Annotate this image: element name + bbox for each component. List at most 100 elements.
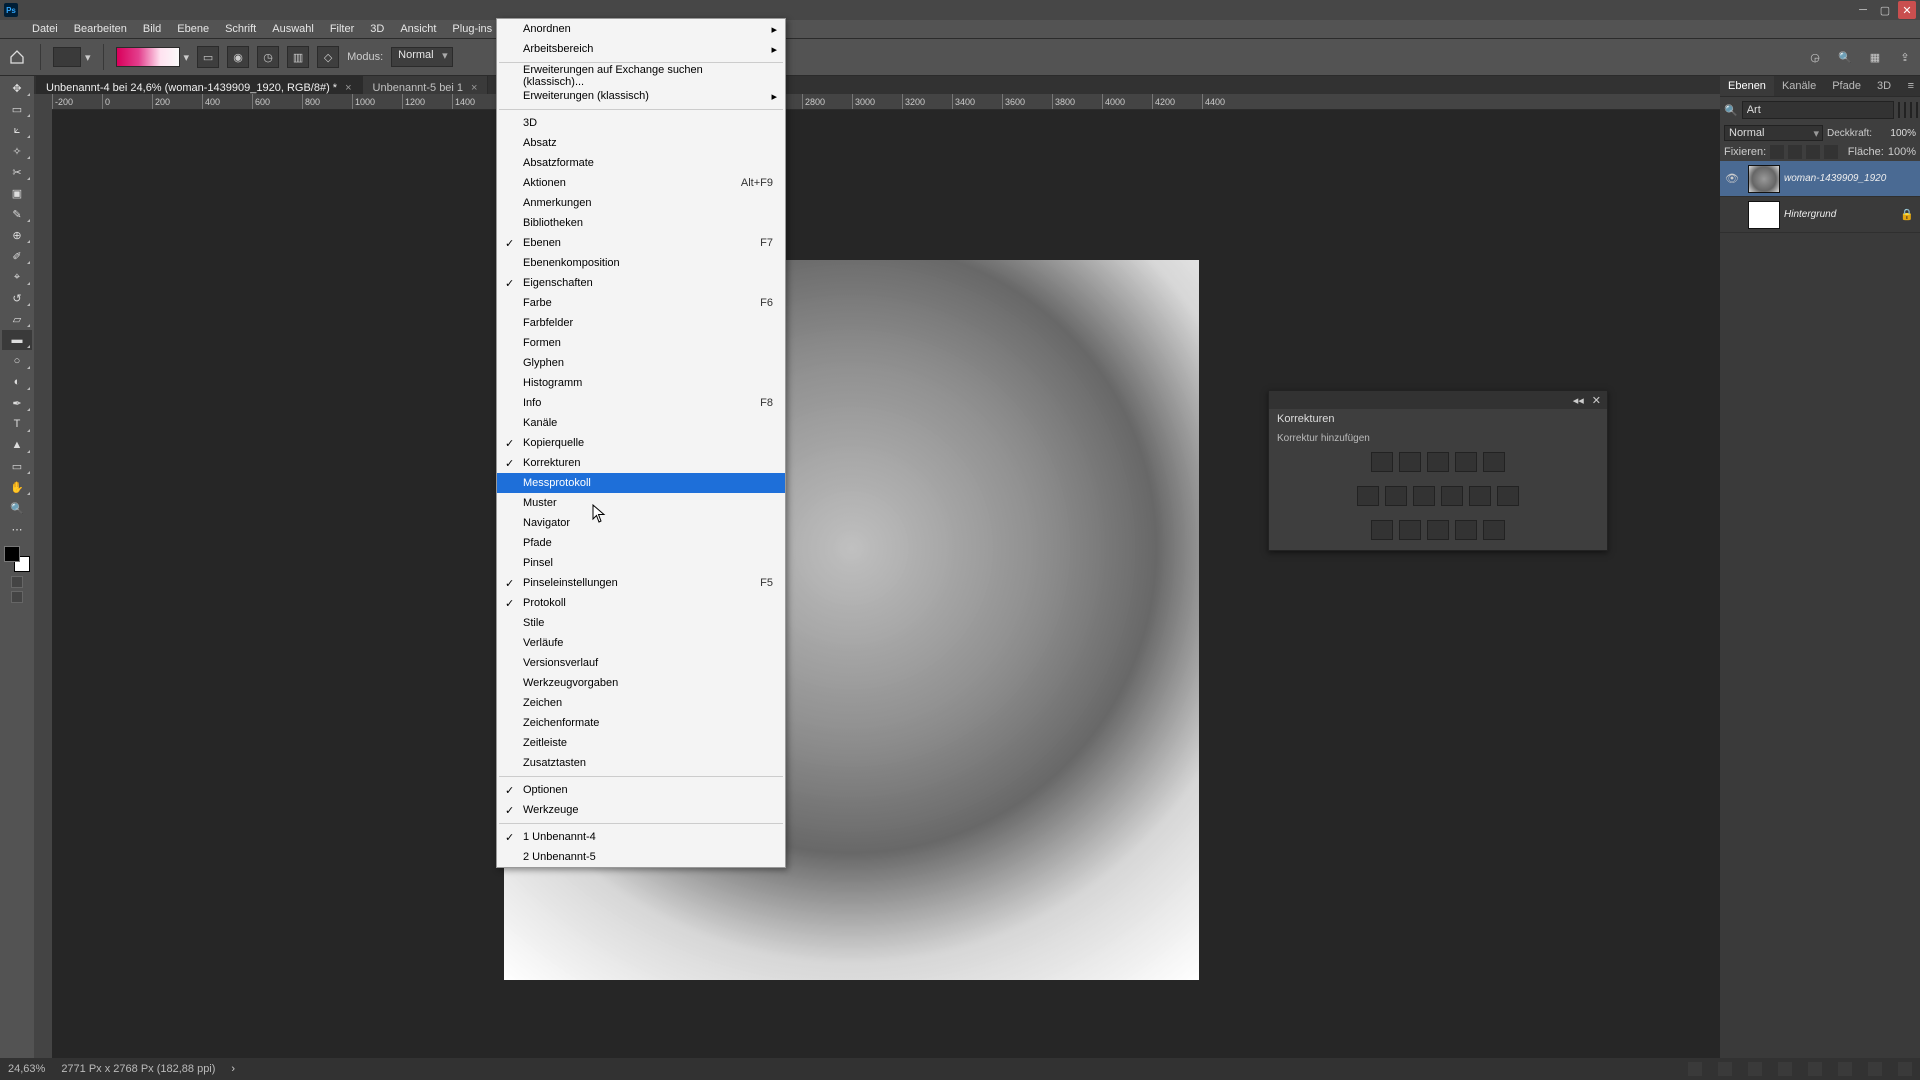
photo-filter-icon[interactable]: [1441, 486, 1463, 506]
menu-item-ebenen[interactable]: ✓EbenenF7: [497, 233, 785, 253]
marquee-tool-icon[interactable]: ▭: [2, 99, 32, 119]
menu-item-3d[interactable]: 3D: [497, 113, 785, 133]
gradient-map-icon[interactable]: [1455, 520, 1477, 540]
eyedropper-tool-icon[interactable]: ✎: [2, 204, 32, 224]
menu-item-glyphen[interactable]: Glyphen: [497, 353, 785, 373]
crop-tool-icon[interactable]: ✂: [2, 162, 32, 182]
brush-tool-icon[interactable]: ✐: [2, 246, 32, 266]
stamp-tool-icon[interactable]: ⌖: [2, 267, 32, 287]
menu-item-zusatztasten[interactable]: Zusatztasten: [497, 753, 785, 773]
brightness-contrast-icon[interactable]: [1371, 452, 1393, 472]
layer-row[interactable]: Hintergrund🔒: [1720, 197, 1920, 233]
tool-preset-picker[interactable]: [53, 47, 81, 67]
screenmode-icon[interactable]: [11, 591, 23, 603]
menu-datei[interactable]: Datei: [24, 21, 66, 37]
foreground-color-swatch[interactable]: [4, 546, 20, 562]
menu-item-kopierquelle[interactable]: ✓Kopierquelle: [497, 433, 785, 453]
panel-tab-ebenen[interactable]: Ebenen: [1720, 76, 1774, 96]
search-icon[interactable]: 🔍: [1836, 48, 1854, 66]
menu-item-zeichen[interactable]: Zeichen: [497, 693, 785, 713]
layer-thumbnail[interactable]: [1748, 165, 1780, 193]
shape-tool-icon[interactable]: ▭: [2, 456, 32, 476]
menu-item-absatz[interactable]: Absatz: [497, 133, 785, 153]
close-tab-icon[interactable]: ×: [345, 82, 351, 94]
layer-thumbnail[interactable]: [1748, 201, 1780, 229]
menu-item-erweiterungen-klassisch-[interactable]: Erweiterungen (klassisch)▸: [497, 86, 785, 106]
menu-item-2-unbenannt-5[interactable]: 2 Unbenannt-5: [497, 847, 785, 867]
chevron-right-icon[interactable]: ›: [231, 1063, 235, 1075]
home-icon[interactable]: [6, 46, 28, 68]
menu-item-zeichenformate[interactable]: Zeichenformate: [497, 713, 785, 733]
panel-tab-kanäle[interactable]: Kanäle: [1774, 76, 1824, 96]
menu-schrift[interactable]: Schrift: [217, 21, 264, 37]
menu-item-absatzformate[interactable]: Absatzformate: [497, 153, 785, 173]
menu-item-pinsel[interactable]: Pinsel: [497, 553, 785, 573]
lock-artboard-icon[interactable]: [1806, 145, 1820, 159]
status-icon[interactable]: [1868, 1062, 1882, 1076]
lock-all-icon[interactable]: [1824, 145, 1838, 159]
menu-item-protokoll[interactable]: ✓Protokoll: [497, 593, 785, 613]
horizontal-ruler[interactable]: -200020040060080010001200140016001800200…: [52, 94, 1720, 110]
layer-filter-input[interactable]: [1742, 101, 1894, 119]
menu-item-verl-ufe[interactable]: Verläufe: [497, 633, 785, 653]
menu-item-stile[interactable]: Stile: [497, 613, 785, 633]
menu-item-kan-le[interactable]: Kanäle: [497, 413, 785, 433]
menu-item-muster[interactable]: Muster: [497, 493, 785, 513]
chevron-down-icon[interactable]: ▾: [85, 51, 91, 64]
share-icon[interactable]: ⇪: [1896, 48, 1914, 66]
gradient-tool-icon[interactable]: ▬: [2, 330, 32, 350]
menu-bearbeiten[interactable]: Bearbeiten: [66, 21, 135, 37]
curves-icon[interactable]: [1427, 452, 1449, 472]
menu-item-aktionen[interactable]: AktionenAlt+F9: [497, 173, 785, 193]
gradient-angle-icon[interactable]: ◷: [257, 46, 279, 68]
collapse-icon[interactable]: ◂◂: [1573, 394, 1584, 407]
layer-blend-mode-select[interactable]: Normal: [1724, 125, 1823, 141]
status-icon[interactable]: [1748, 1062, 1762, 1076]
panel-menu-icon[interactable]: ≡: [1902, 76, 1920, 96]
filter-type-icon[interactable]: [1910, 102, 1912, 118]
menu-item-ebenenkomposition[interactable]: Ebenenkomposition: [497, 253, 785, 273]
color-balance-icon[interactable]: [1385, 486, 1407, 506]
status-icon[interactable]: [1838, 1062, 1852, 1076]
threshold-icon[interactable]: [1427, 520, 1449, 540]
hand-tool-icon[interactable]: ✋: [2, 477, 32, 497]
path-select-tool-icon[interactable]: ▲: [2, 435, 32, 455]
status-icon[interactable]: [1718, 1062, 1732, 1076]
menu-item-farbe[interactable]: FarbeF6: [497, 293, 785, 313]
adjustments-panel[interactable]: ◂◂ ✕ Korrekturen Korrektur hinzufügen: [1268, 390, 1608, 551]
move-tool-icon[interactable]: ✥: [2, 78, 32, 98]
menu-plug-ins[interactable]: Plug-ins: [444, 21, 500, 37]
status-icon[interactable]: [1898, 1062, 1912, 1076]
ruler-origin[interactable]: [34, 94, 52, 110]
status-icon[interactable]: [1808, 1062, 1822, 1076]
cloud-sync-icon[interactable]: ◶: [1806, 48, 1824, 66]
heal-tool-icon[interactable]: ⊕: [2, 225, 32, 245]
layer-name[interactable]: Hintergrund: [1784, 209, 1836, 220]
menu-ebene[interactable]: Ebene: [169, 21, 217, 37]
menu-item-erweiterungen-auf-exchange-suchen-klassisch-[interactable]: Erweiterungen auf Exchange suchen (klass…: [497, 66, 785, 86]
menu-item-bibliotheken[interactable]: Bibliotheken: [497, 213, 785, 233]
menu-item-histogramm[interactable]: Histogramm: [497, 373, 785, 393]
menu-item-werkzeugvorgaben[interactable]: Werkzeugvorgaben: [497, 673, 785, 693]
frame-tool-icon[interactable]: ▣: [2, 183, 32, 203]
document-info[interactable]: 2771 Px x 2768 Px (182,88 ppi): [61, 1063, 215, 1075]
type-tool-icon[interactable]: T: [2, 414, 32, 434]
filter-adjust-icon[interactable]: [1904, 102, 1906, 118]
filter-pixel-icon[interactable]: [1898, 102, 1900, 118]
menu-item-1-unbenannt-4[interactable]: ✓1 Unbenannt-4: [497, 827, 785, 847]
menu-item-formen[interactable]: Formen: [497, 333, 785, 353]
zoom-level[interactable]: 24,63%: [8, 1063, 45, 1075]
menu-item-versionsverlauf[interactable]: Versionsverlauf: [497, 653, 785, 673]
status-icon[interactable]: [1778, 1062, 1792, 1076]
menu-item-messprotokoll[interactable]: Messprotokoll: [497, 473, 785, 493]
menu-item-navigator[interactable]: Navigator: [497, 513, 785, 533]
window-minimize-button[interactable]: ─: [1854, 1, 1872, 19]
blend-mode-select[interactable]: Normal: [391, 47, 452, 67]
menu-auswahl[interactable]: Auswahl: [264, 21, 322, 37]
lock-pixels-icon[interactable]: [1770, 145, 1784, 159]
invert-icon[interactable]: [1371, 520, 1393, 540]
window-maximize-button[interactable]: ▢: [1876, 1, 1894, 19]
panel-tab-3d[interactable]: 3D: [1869, 76, 1899, 96]
gradient-linear-icon[interactable]: ▭: [197, 46, 219, 68]
filter-shape-icon[interactable]: [1916, 102, 1918, 118]
